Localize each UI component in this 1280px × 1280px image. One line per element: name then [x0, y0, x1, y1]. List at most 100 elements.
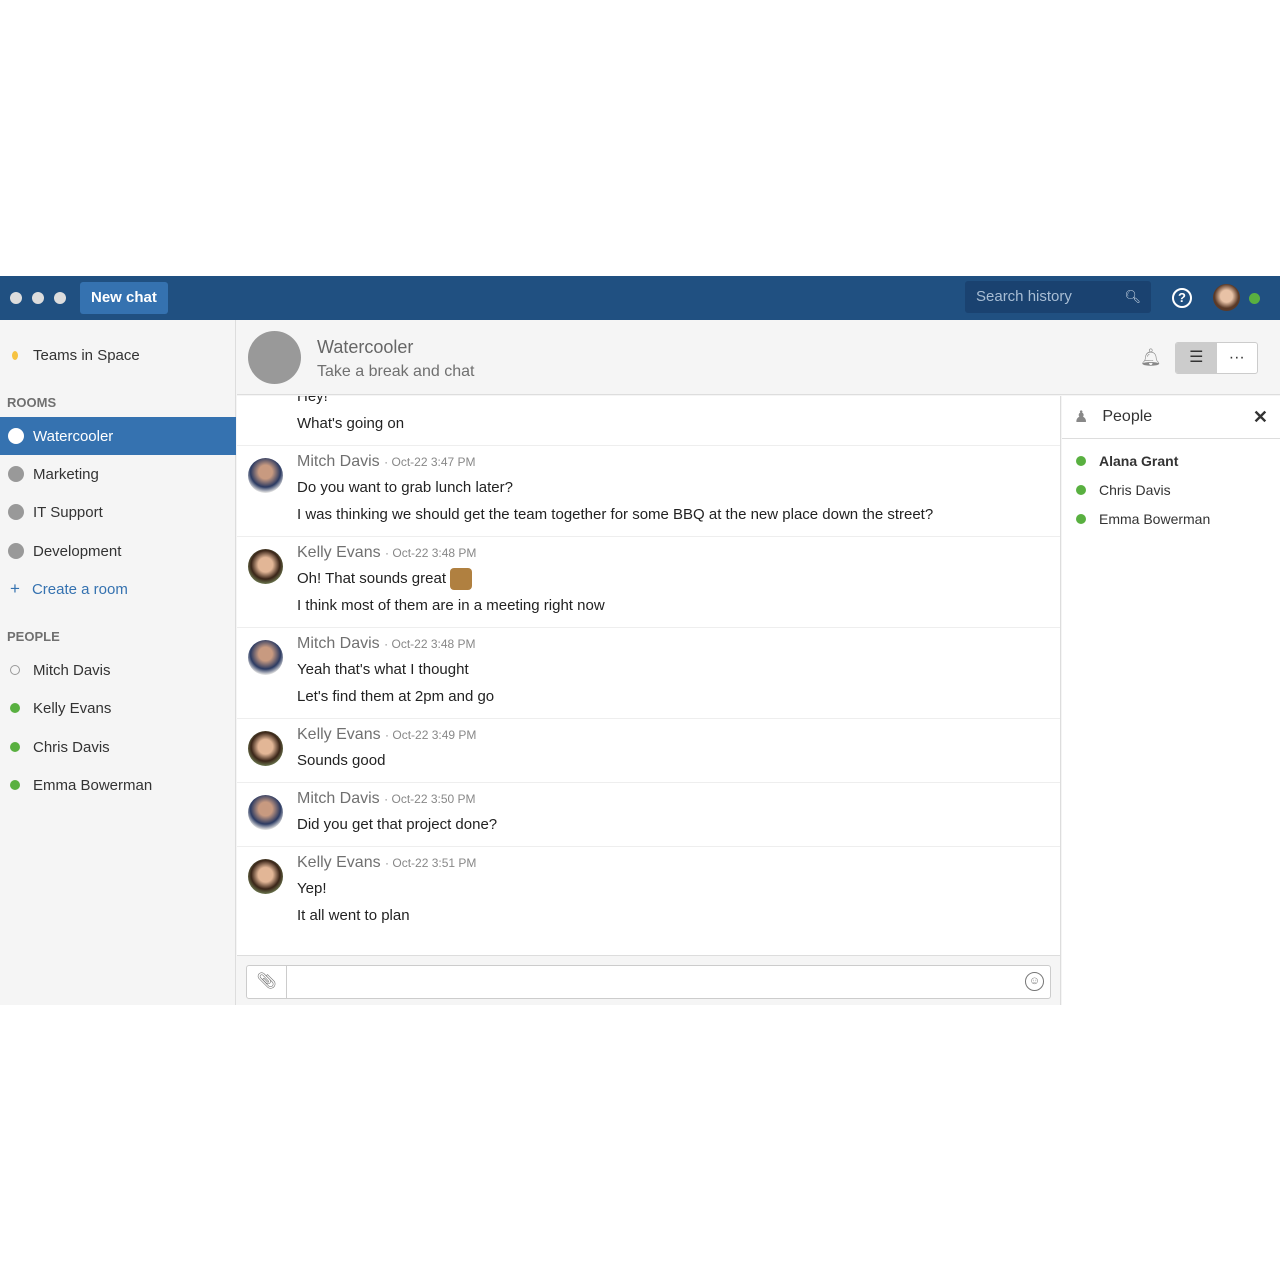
message-author[interactable]: Mitch Davis [297, 790, 380, 807]
message-text: I think most of them are in a meeting ri… [297, 597, 605, 615]
bell-icon[interactable]: 🔔︎ [1140, 348, 1162, 368]
message-list[interactable]: Hey! What's going on Mitch Davis · Oct-2… [237, 396, 1061, 955]
room-icon [8, 466, 24, 482]
message-group: Kelly Evans · Oct-22 3:48 PM Oh! That so… [237, 537, 1060, 629]
message-time: Oct-22 3:47 PM [391, 455, 476, 469]
room-label: Watercooler [33, 427, 114, 445]
avatar[interactable] [248, 795, 283, 831]
message-text: I was thinking we should get the team to… [297, 506, 934, 523]
member-item[interactable]: Alana Grant [1062, 446, 1280, 475]
sidebar-person-chris-davis[interactable]: Chris Davis [0, 728, 236, 766]
person-label: Kelly Evans [33, 699, 112, 717]
online-status-icon [1076, 513, 1086, 524]
sidebar-person-mitch-davis[interactable]: Mitch Davis [0, 651, 236, 689]
room-icon [8, 543, 24, 559]
message-time: Oct-22 3:50 PM [391, 792, 476, 807]
create-room-label: Create a room [31, 580, 128, 598]
message-text: Let's find them at 2pm and go [297, 688, 495, 706]
avatar[interactable] [248, 731, 283, 767]
message-text: Do you want to grab lunch later? [297, 479, 513, 496]
user-avatar[interactable] [1213, 284, 1240, 311]
sidebar-person-kelly-evans[interactable]: Kelly Evans [0, 689, 236, 727]
sidebar-person-emma-bowerman[interactable]: Emma Bowerman [0, 766, 236, 804]
message-text: Oh! That sounds great [297, 570, 446, 587]
emoji-icon[interactable]: ☺ [1025, 972, 1044, 991]
list-view-icon[interactable]: ☰ [1176, 343, 1217, 373]
member-name: Chris Davis [1099, 481, 1171, 498]
online-status-icon [1249, 293, 1260, 304]
search-placeholder: Search history [976, 288, 1072, 305]
more-options-icon[interactable]: ··· [1217, 343, 1258, 373]
window-minimize-dot[interactable] [32, 292, 44, 304]
message-text: Yeah that's what I thought [297, 661, 469, 679]
team-label: Teams in Space [33, 346, 140, 364]
sidebar-room-watercooler[interactable]: Watercooler [0, 417, 236, 455]
close-icon[interactable]: ✕ [1253, 407, 1268, 428]
search-history-input[interactable]: Search history 🔍︎ [965, 281, 1151, 313]
avatar[interactable] [248, 458, 283, 493]
new-chat-button[interactable]: New chat [80, 282, 168, 314]
message-author[interactable]: Mitch Davis [297, 453, 380, 470]
window-maximize-dot[interactable] [54, 292, 66, 304]
team-name[interactable]: Teams in Space [0, 336, 236, 374]
room-label: Development [33, 542, 122, 560]
message-group: Kelly Evans · Oct-22 3:51 PM Yep! It all… [237, 847, 1060, 937]
message-input[interactable]: 📎︎ ☺ [246, 965, 1051, 999]
online-status-icon [1076, 455, 1086, 466]
composer: 📎︎ ☺ [237, 955, 1061, 1005]
sidebar-room-marketing[interactable]: Marketing [0, 455, 236, 493]
avatar[interactable] [248, 640, 283, 676]
message-time: Oct-22 3:48 PM [391, 637, 476, 652]
room-label: IT Support [33, 503, 103, 521]
message-author[interactable]: Mitch Davis [297, 635, 380, 652]
member-item[interactable]: Emma Bowerman [1062, 504, 1280, 533]
food-emoji-icon [450, 568, 473, 591]
message-author[interactable]: Kelly Evans [297, 726, 381, 743]
people-heading: PEOPLE [7, 629, 60, 644]
person-label: Chris Davis [33, 738, 110, 756]
avatar[interactable] [248, 859, 283, 895]
online-status-icon [1076, 484, 1086, 495]
online-status-icon [10, 780, 20, 790]
plus-icon: + [10, 579, 20, 598]
avatar[interactable] [248, 549, 283, 584]
room-label: Marketing [33, 465, 99, 483]
member-name: Emma Bowerman [1099, 510, 1211, 527]
offline-status-icon [10, 665, 20, 675]
people-panel: ♟ People ✕ Alana Grant Chris Davis Emma Bo… [1062, 396, 1280, 1005]
member-name: Alana Grant [1099, 452, 1179, 469]
message-text: Did you get that project done? [297, 816, 498, 834]
search-icon[interactable]: 🔍︎ [1124, 281, 1141, 313]
message-text: Hey! [297, 396, 328, 405]
window-close-dot[interactable] [10, 292, 22, 304]
message-text: Sounds good [297, 752, 386, 770]
message-group: Kelly Evans · Oct-22 3:49 PM Sounds good [237, 719, 1060, 784]
message-author[interactable]: Kelly Evans [297, 854, 381, 871]
top-bar: New chat Search history 🔍︎ ? [0, 276, 1280, 320]
help-icon[interactable]: ? [1172, 288, 1192, 308]
message-time: Oct-22 3:49 PM [392, 728, 477, 743]
message-time: Oct-22 3:51 PM [392, 856, 477, 871]
sidebar-room-development[interactable]: Development [0, 532, 236, 570]
message-group: Mitch Davis · Oct-22 3:50 PM Did you get… [237, 783, 1060, 848]
room-header: Watercooler Take a break and chat 🔔︎ ☰ ·… [237, 320, 1280, 395]
sidebar-room-it-support[interactable]: IT Support [0, 493, 236, 531]
room-icon [8, 504, 24, 520]
message-text: Yep! [297, 880, 327, 898]
room-subtitle: Take a break and chat [317, 363, 475, 380]
people-title: People [1102, 408, 1153, 425]
create-room-link[interactable]: + Create a room [0, 570, 236, 608]
message-author[interactable]: Kelly Evans [297, 544, 381, 561]
message-time: Oct-22 3:48 PM [392, 546, 477, 560]
room-avatar-icon [248, 331, 301, 384]
member-item[interactable]: Chris Davis [1062, 475, 1280, 504]
message-group: Hey! What's going on [237, 396, 1060, 446]
chat-app: New chat Search history 🔍︎ ? Teams in Spa… [0, 276, 1280, 1005]
message-text: What's going on [297, 415, 405, 432]
attachment-icon[interactable]: 📎︎ [247, 966, 287, 998]
person-icon: ♟ [1074, 409, 1089, 426]
online-status-icon [10, 703, 20, 713]
message-group: Mitch Davis · Oct-22 3:48 PM Yeah that's… [237, 628, 1060, 720]
view-toggle: ☰ ··· [1175, 342, 1258, 374]
lightbulb-icon [12, 350, 18, 360]
